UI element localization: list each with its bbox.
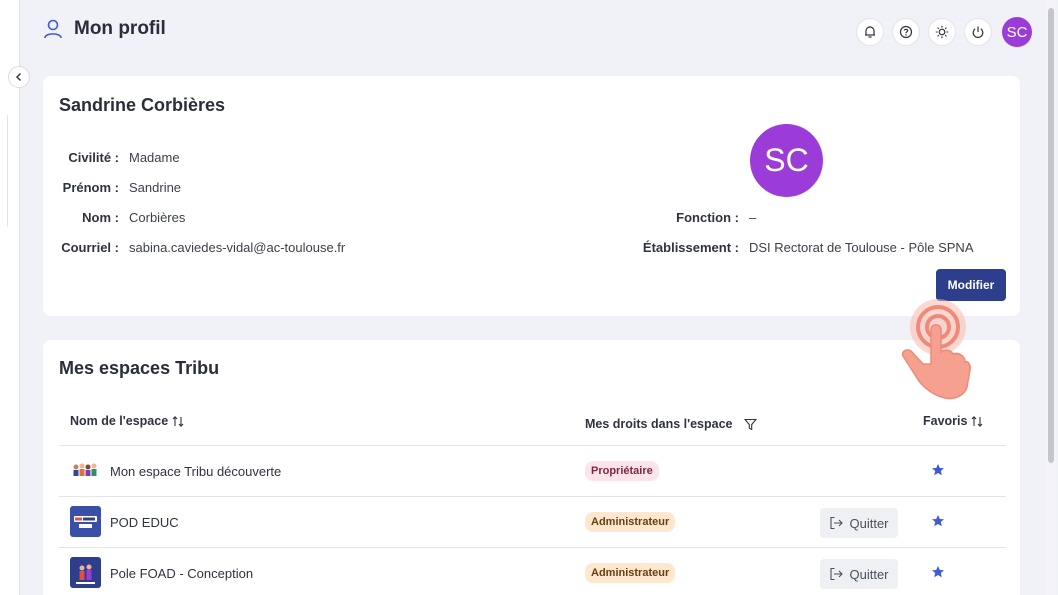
profile-avatar: SC <box>750 124 823 197</box>
civilite-label: Civilité : <box>68 150 119 165</box>
space-name[interactable]: Mon espace Tribu découverte <box>110 464 281 479</box>
role-badge: Propriétaire <box>585 461 659 481</box>
people-group-icon <box>73 463 97 476</box>
star-icon[interactable] <box>931 514 945 528</box>
star-icon[interactable] <box>931 565 945 579</box>
logout-icon <box>830 567 844 581</box>
help-icon <box>899 25 913 39</box>
space-thumbnail <box>70 557 101 588</box>
quit-button[interactable]: Quitter <box>820 559 898 589</box>
sort-icon <box>172 415 184 427</box>
quit-label: Quitter <box>849 566 889 582</box>
user-icon <box>44 19 62 39</box>
power-icon <box>972 26 984 39</box>
col-name-header[interactable]: Nom de l'espace <box>70 414 184 428</box>
profile-name: Sandrine Corbières <box>59 95 226 115</box>
sun-icon <box>935 25 949 39</box>
page-title-text: Mon profil <box>74 18 166 39</box>
space-name[interactable]: POD EDUC <box>110 515 179 530</box>
help-button[interactable] <box>892 18 920 46</box>
chevron-left-icon <box>15 72 22 82</box>
col-name-label: Nom de l'espace <box>70 414 169 428</box>
logout-icon <box>830 516 844 530</box>
logout-button[interactable] <box>964 18 992 46</box>
spaces-table-header: Nom de l'espace Mes droits dans l'espace… <box>59 408 1006 446</box>
pole-foad-logo-icon <box>76 564 95 584</box>
field-courriel: Courriel : sabina.caviedes-vidal@ac-toul… <box>49 240 345 255</box>
col-favorites-header[interactable]: Favoris <box>923 414 983 428</box>
fonction-value: – <box>749 210 757 225</box>
bell-icon <box>865 26 875 38</box>
modifier-button[interactable]: Modifier <box>936 269 1006 301</box>
side-rail <box>0 0 20 595</box>
user-avatar[interactable]: SC <box>1002 17 1032 47</box>
table-row[interactable]: POD EDUC Administrateur Quitter <box>59 497 1006 548</box>
spaces-card: Mes espaces Tribu Nom de l'espace Mes dr… <box>43 340 1020 595</box>
prenom-label: Prénom : <box>62 180 119 195</box>
table-row[interactable]: Mon espace Tribu découverte Propriétaire <box>59 446 1006 497</box>
field-etablissement: Établissement : DSI Rectorat de Toulouse… <box>559 240 974 255</box>
notifications-button[interactable] <box>856 18 884 46</box>
col-favorites-label: Favoris <box>923 414 968 428</box>
page-title: Mon profil <box>42 18 166 40</box>
role-badge: Administrateur <box>585 512 676 532</box>
side-rail-notch <box>0 115 8 227</box>
page-scrollbar[interactable] <box>1046 0 1056 595</box>
profile-card: Sandrine Corbières Civilité : Madame Pré… <box>43 76 1020 316</box>
scrollbar-thumb[interactable] <box>1048 8 1054 463</box>
fonction-label: Fonction : <box>676 210 739 225</box>
space-name[interactable]: Pole FOAD - Conception <box>110 566 253 581</box>
pod-educ-logo-icon <box>74 516 97 528</box>
courriel-value: sabina.caviedes-vidal@ac-toulouse.fr <box>129 240 346 255</box>
col-rights-header[interactable]: Mes droits dans l'espace <box>585 417 758 431</box>
quit-button[interactable]: Quitter <box>820 508 898 538</box>
field-fonction: Fonction : – <box>559 210 756 225</box>
etablissement-label: Établissement : <box>642 240 739 255</box>
etablissement-value: DSI Rectorat de Toulouse - Pôle SPNA <box>749 240 974 255</box>
space-thumbnail <box>70 455 101 486</box>
civilite-value: Madame <box>129 150 180 165</box>
prenom-value: Sandrine <box>129 180 182 195</box>
table-row[interactable]: Pole FOAD - Conception Administrateur Qu… <box>59 548 1006 595</box>
field-civilite: Civilité : Madame <box>49 150 180 165</box>
nom-label: Nom : <box>82 210 119 225</box>
field-nom: Nom : Corbières <box>49 210 185 225</box>
field-prenom: Prénom : Sandrine <box>49 180 181 195</box>
filter-icon <box>744 418 758 430</box>
role-badge: Administrateur <box>585 563 676 583</box>
spaces-title: Mes espaces Tribu <box>59 358 220 378</box>
star-icon[interactable] <box>931 463 945 477</box>
quit-label: Quitter <box>849 515 889 531</box>
space-thumbnail <box>70 506 101 537</box>
sort-icon <box>972 415 983 427</box>
col-rights-label: Mes droits dans l'espace <box>585 417 733 431</box>
top-bar: Mon profil SC <box>20 0 1046 64</box>
nom-value: Corbières <box>129 210 186 225</box>
top-actions: SC <box>856 17 1032 47</box>
courriel-label: Courriel : <box>61 240 119 255</box>
theme-toggle-button[interactable] <box>928 18 956 46</box>
collapse-sidebar-button[interactable] <box>8 66 30 88</box>
